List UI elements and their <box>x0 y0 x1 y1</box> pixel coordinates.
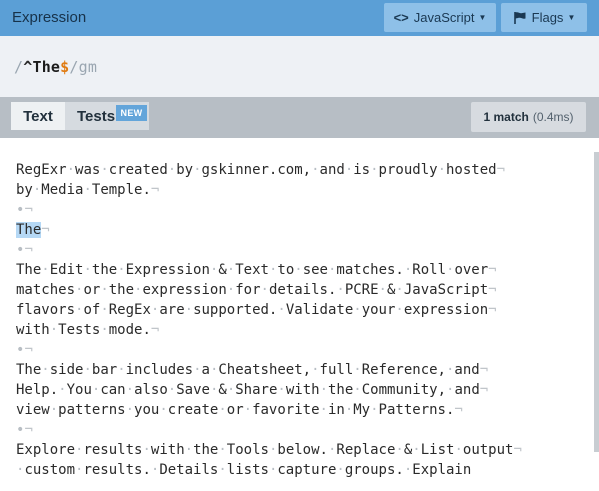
code-brackets-icon: <> <box>393 10 409 25</box>
match-count-badge: 1 match (0.4ms) <box>471 102 586 132</box>
flag-icon <box>513 11 526 24</box>
text-line: ·custom·results.·Details·lists·capture·g… <box>16 462 472 478</box>
text-line: view·patterns·you·create·or·favorite·in·… <box>16 402 463 418</box>
match-highlight[interactable]: The <box>16 222 42 238</box>
expression-header: Expression <> JavaScript ▼ Flags ▼ <box>0 0 599 36</box>
text-line: matches·or·the·expression·for·details.·P… <box>16 282 497 298</box>
text-line: •¬ <box>16 242 33 258</box>
flags-button[interactable]: Flags ▼ <box>501 3 587 32</box>
text-line: •¬ <box>16 422 33 438</box>
language-button[interactable]: <> JavaScript ▼ <box>384 3 496 32</box>
text-line: •¬ <box>16 342 33 358</box>
text-line: RegExr·was·created·by·gskinner.com,·and·… <box>16 162 506 178</box>
text-line: by·Media·Temple.¬ <box>16 182 160 198</box>
text-line: with·Tests·mode.¬ <box>16 322 160 338</box>
literal-text: The <box>32 58 61 76</box>
caret-down-icon: ▼ <box>567 13 576 22</box>
flags-label: Flags <box>531 10 564 25</box>
caret-down-icon: ▼ <box>478 13 487 22</box>
scrollbar[interactable] <box>594 152 599 452</box>
text-line: The·Edit·the·Expression·&·Text·to·see·ma… <box>16 262 497 278</box>
panel-title: Expression <box>12 9 87 26</box>
open-delimiter: / <box>14 58 24 76</box>
expression-editor[interactable]: /^The$/gm <box>0 36 599 97</box>
text-line: •¬ <box>16 202 33 218</box>
match-time: (0.4ms) <box>532 110 574 124</box>
text-line: Help.·You·can·also·Save·&·Share·with·the… <box>16 382 489 398</box>
text-line: The¬ <box>16 222 50 238</box>
expression-text[interactable]: /^The$/gm <box>14 58 97 76</box>
new-badge: NEW <box>116 105 147 121</box>
close-delimiter: / <box>69 58 79 76</box>
tab-text[interactable]: Text <box>11 102 65 130</box>
language-label: JavaScript <box>413 10 475 25</box>
text-line: flavors·of·RegEx·are·supported.·Validate… <box>16 302 497 318</box>
expression-flags: gm <box>78 58 98 76</box>
text-editor[interactable]: RegExr·was·created·by·gskinner.com,·and·… <box>0 138 599 491</box>
match-count: 1 match <box>483 110 529 124</box>
text-line: Explore·results·with·the·Tools·below.·Re… <box>16 442 522 458</box>
text-line: The·side·bar·includes·a·Cheatsheet,·full… <box>16 362 489 378</box>
